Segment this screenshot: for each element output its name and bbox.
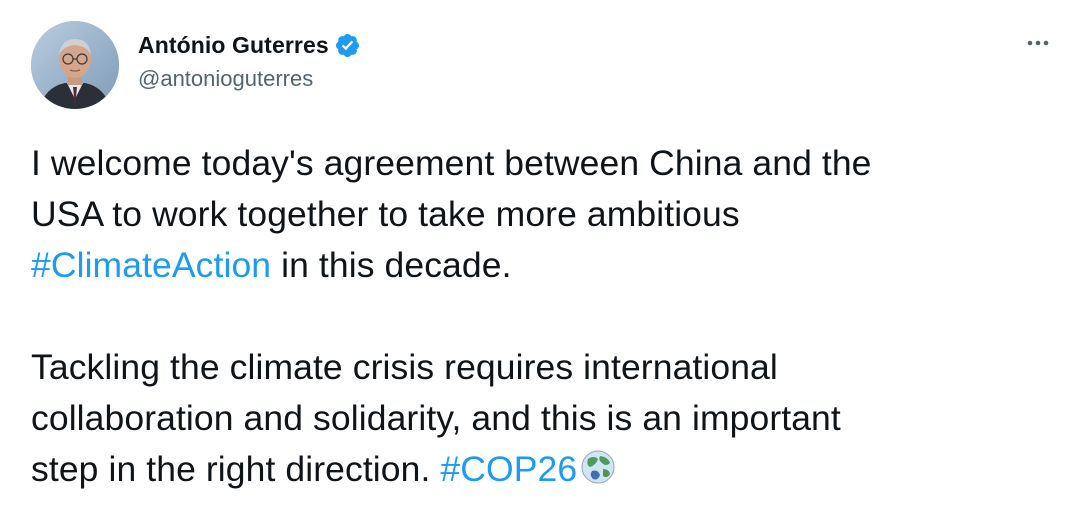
text-line: collaboration and solidarity, and this i…	[31, 398, 841, 438]
text-line: step in the right direction.	[31, 449, 441, 489]
avatar[interactable]	[31, 21, 119, 109]
tweet-paragraph-2: Tackling the climate crisis requires int…	[31, 342, 1051, 495]
tweet-card: António Guterres @antonioguterres I welc…	[0, 0, 1080, 518]
name-row: António Guterres	[138, 30, 361, 60]
avatar-image	[31, 21, 119, 109]
tweet-text: I welcome today's agreement between Chin…	[31, 138, 1051, 495]
display-name[interactable]: António Guterres	[138, 32, 329, 59]
verified-badge-icon	[334, 32, 361, 59]
text-line: Tackling the climate crisis requires int…	[31, 347, 778, 387]
text-line: I welcome today's agreement between Chin…	[31, 143, 872, 183]
tweet-paragraph-1: I welcome today's agreement between Chin…	[31, 138, 1051, 291]
text-line: in this decade.	[271, 245, 512, 285]
text-line: USA to work together to take more ambiti…	[31, 194, 740, 234]
more-options-icon[interactable]	[1023, 28, 1053, 58]
tweet-header: António Guterres @antonioguterres	[138, 30, 361, 92]
handle[interactable]: @antonioguterres	[138, 66, 361, 92]
hashtag-cop26[interactable]: #COP26	[440, 449, 577, 489]
hashtag-climateaction[interactable]: #ClimateAction	[31, 245, 271, 285]
globe-emoji-icon	[578, 447, 618, 487]
